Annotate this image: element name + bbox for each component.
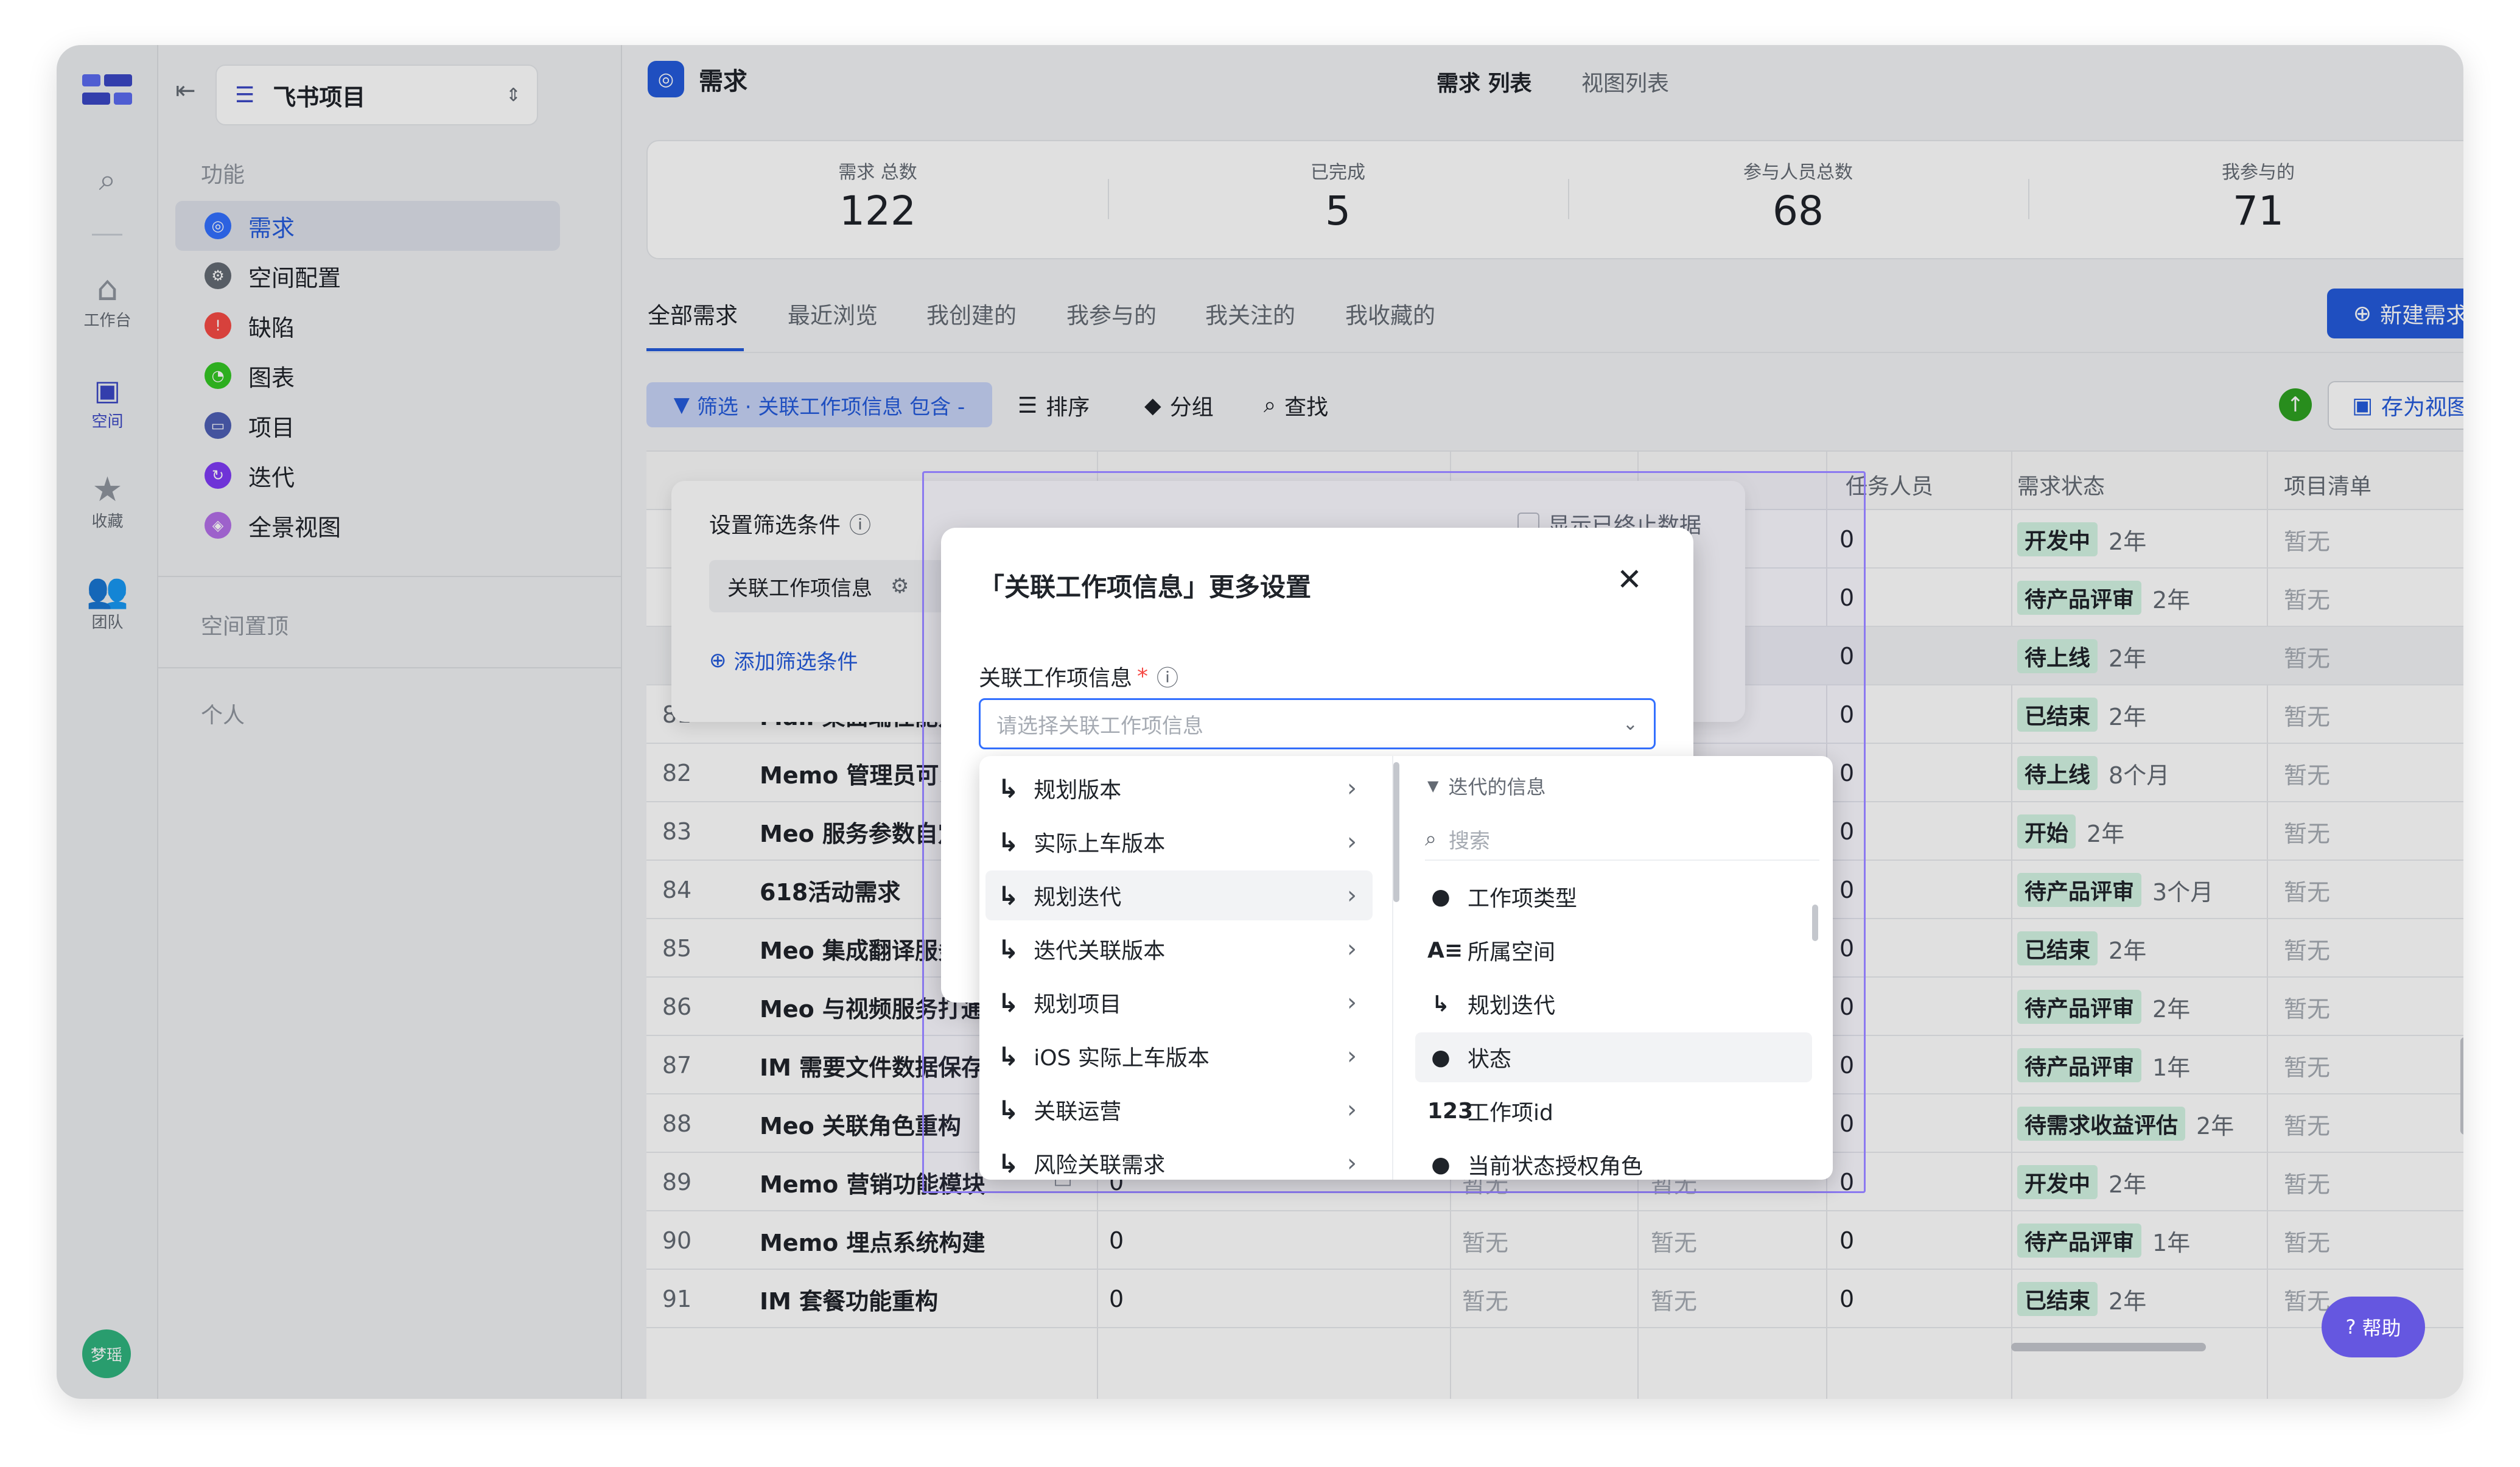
help-button[interactable]: ? 帮助 bbox=[2322, 1297, 2425, 1357]
field-type-icon: ● bbox=[1431, 1152, 1451, 1177]
chevron-down-icon: ⌄ bbox=[1622, 713, 1638, 735]
search-icon: ⌕ bbox=[1425, 827, 1437, 851]
field-type-icon: 123 bbox=[1427, 1098, 1474, 1124]
field-option[interactable]: ↳ 规划迭代 bbox=[1415, 979, 1812, 1029]
field-option[interactable]: A≡ 所属空间 bbox=[1415, 925, 1812, 975]
cascader-option[interactable]: ↳ 实际上车版本 › bbox=[985, 817, 1373, 867]
cascader-option[interactable]: ↳ iOS 实际上车版本 › bbox=[985, 1031, 1373, 1081]
field-type-icon: ● bbox=[1431, 1045, 1451, 1070]
cascader-option[interactable]: ↳ 规划项目 › bbox=[985, 978, 1373, 1028]
right-scrollbar[interactable] bbox=[1812, 905, 1818, 941]
dropdown-search-input[interactable]: ⌕ 搜索 bbox=[1425, 818, 1819, 861]
chevron-right-icon: › bbox=[1347, 935, 1357, 963]
field-option[interactable]: ● 工作项类型 bbox=[1415, 872, 1812, 922]
field-type-icon: ● bbox=[1431, 884, 1451, 909]
caret-down-icon: ▼ bbox=[1427, 777, 1439, 794]
modal-title: 「关联工作项信息」更多设置 bbox=[979, 572, 1312, 602]
cascader-dropdown: ↳ 规划版本 › ↳ 实际上车版本 › ↳ 规划迭代 › ↳ 迭代关联版本 › … bbox=[979, 756, 1833, 1180]
field-option[interactable]: ● 状态 bbox=[1415, 1032, 1812, 1082]
cascader-option[interactable]: ↳ 关联运营 › bbox=[985, 1085, 1373, 1135]
chevron-right-icon: › bbox=[1347, 1042, 1357, 1070]
dropdown-scrollbar[interactable] bbox=[1393, 762, 1399, 902]
info-icon: ⓘ bbox=[1157, 666, 1179, 691]
link-icon: ↳ bbox=[998, 1148, 1020, 1178]
link-icon: ↳ bbox=[998, 773, 1020, 804]
cascader-option[interactable]: ↳ 风险关联需求 › bbox=[985, 1138, 1373, 1180]
field-type-icon: A≡ bbox=[1427, 937, 1463, 963]
link-icon: ↳ bbox=[998, 827, 1020, 857]
field-type-icon: ↳ bbox=[1431, 991, 1451, 1017]
cascader-option[interactable]: ↳ 规划迭代 › bbox=[985, 870, 1373, 920]
link-icon: ↳ bbox=[998, 987, 1020, 1018]
app-window: ⌕ ⌂ 工作台 ▣ 空间 ★ 收藏 👥 团队 梦瑶 ⇤ ☰ 飞书项目 ⇕ 功能 ◎ 需求 … bbox=[57, 45, 2463, 1399]
field-option[interactable]: ● 当前状态授权角色 bbox=[1415, 1140, 1812, 1180]
cascader-option[interactable]: ↳ 迭代关联版本 › bbox=[985, 924, 1373, 974]
chevron-right-icon: › bbox=[1347, 881, 1357, 909]
chevron-right-icon: › bbox=[1347, 1096, 1357, 1124]
close-icon[interactable]: ✕ bbox=[1617, 562, 1642, 597]
link-icon: ↳ bbox=[998, 880, 1020, 911]
cascader-option[interactable]: ↳ 规划版本 › bbox=[985, 763, 1373, 813]
group-header[interactable]: ▼ 迭代的信息 bbox=[1427, 772, 1545, 800]
help-icon: ? bbox=[2345, 1315, 2356, 1339]
field-option[interactable]: 123 工作项id bbox=[1415, 1086, 1812, 1136]
link-icon: ↳ bbox=[998, 934, 1020, 964]
chevron-right-icon: › bbox=[1347, 989, 1357, 1017]
chevron-right-icon: › bbox=[1347, 774, 1357, 802]
link-icon: ↳ bbox=[998, 1094, 1020, 1125]
link-icon: ↳ bbox=[998, 1041, 1020, 1071]
linked-item-select[interactable]: 请选择关联工作项信息 ⌄ bbox=[979, 698, 1656, 749]
chevron-right-icon: › bbox=[1347, 828, 1357, 856]
chevron-right-icon: › bbox=[1347, 1149, 1357, 1177]
